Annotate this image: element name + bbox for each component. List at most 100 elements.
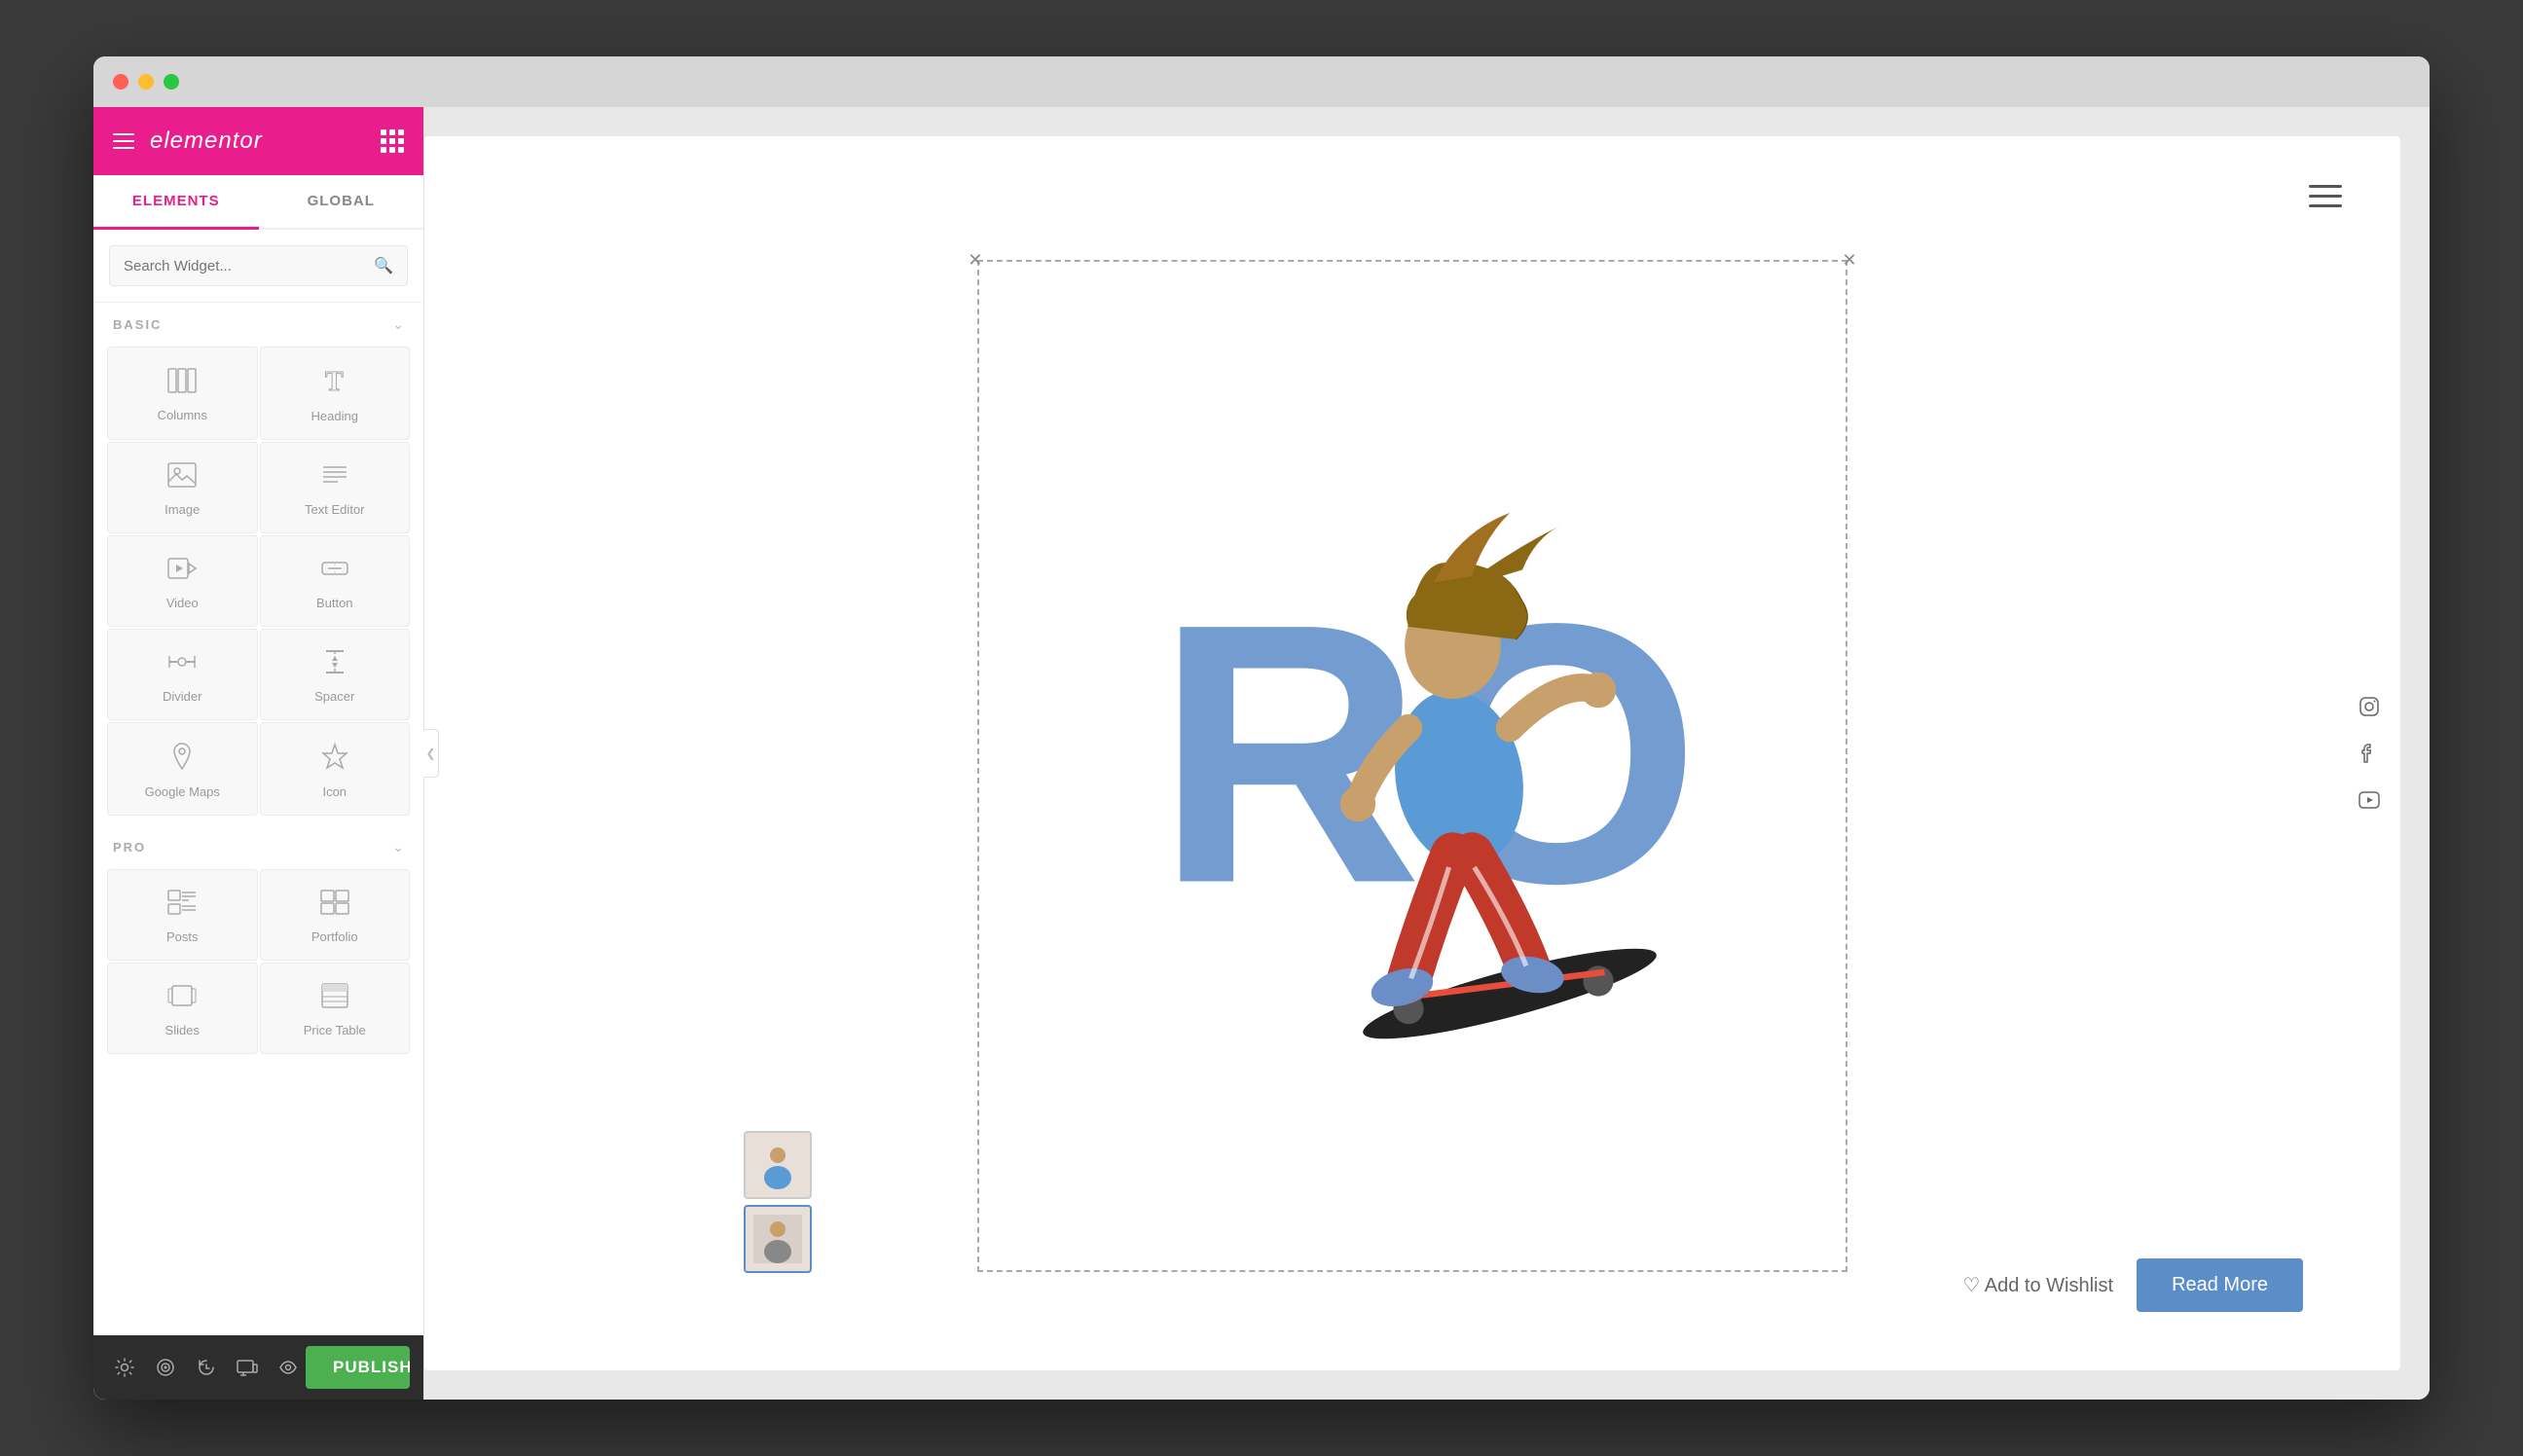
widget-heading[interactable]: T Heading: [260, 346, 411, 440]
style-icon[interactable]: [148, 1350, 183, 1385]
preview-nav-button[interactable]: [2309, 185, 2342, 207]
pro-widgets-grid: Posts Portfolio: [93, 869, 423, 1064]
icon-widget-icon: [321, 743, 348, 775]
widget-text-editor[interactable]: Text Editor: [260, 442, 411, 533]
thumbnail-item-2[interactable]: [744, 1205, 812, 1273]
preview-h-line-3: [2309, 204, 2342, 207]
widget-spacer[interactable]: Spacer: [260, 629, 411, 720]
video-icon: [167, 556, 197, 586]
image-label: Image: [165, 502, 200, 517]
widgets-area: BASIC ⌄ Columns: [93, 303, 423, 1335]
publish-button-wrap: PUBLISH ▲: [306, 1346, 410, 1389]
website-preview: RO: [424, 136, 2400, 1370]
widget-divider[interactable]: Divider: [107, 629, 258, 720]
text-editor-label: Text Editor: [305, 502, 364, 517]
spacer-label: Spacer: [314, 689, 354, 704]
maximize-button[interactable]: [164, 74, 179, 90]
publish-button[interactable]: PUBLISH: [306, 1346, 410, 1389]
grid-dot: [389, 129, 395, 135]
youtube-icon[interactable]: [2358, 788, 2381, 812]
mac-window-controls: [113, 74, 179, 90]
grid-dot: [381, 129, 386, 135]
spacer-icon: [320, 649, 349, 679]
text-editor-icon: [320, 462, 349, 492]
widget-video[interactable]: Video: [107, 535, 258, 627]
search-area: 🔍: [93, 230, 423, 303]
basic-section-title: BASIC: [113, 317, 162, 332]
preview-hamburger-icon: [2309, 185, 2342, 207]
grid-dot: [381, 147, 386, 153]
tab-global[interactable]: GLOBAL: [259, 175, 424, 230]
elementor-panel: elementor ELEMENTS GLOBAL: [93, 107, 424, 1400]
google-maps-icon: [170, 743, 194, 775]
grid-dot: [398, 129, 404, 135]
settings-icon[interactable]: [107, 1350, 142, 1385]
google-maps-label: Google Maps: [145, 784, 220, 799]
columns-icon: [167, 368, 197, 398]
grid-dot: [389, 147, 395, 153]
grid-dot: [398, 147, 404, 153]
main-content: elementor ELEMENTS GLOBAL: [93, 107, 2430, 1400]
responsive-icon[interactable]: [230, 1350, 265, 1385]
slides-label: Slides: [165, 1023, 200, 1037]
widget-posts[interactable]: Posts: [107, 869, 258, 961]
minimize-button[interactable]: [138, 74, 154, 90]
basic-widgets-grid: Columns T Heading: [93, 346, 423, 825]
widget-google-maps[interactable]: Google Maps: [107, 722, 258, 816]
widget-slides[interactable]: Slides: [107, 963, 258, 1054]
mac-window: elementor ELEMENTS GLOBAL: [93, 56, 2430, 1400]
hamburger-bar-1: [113, 133, 134, 135]
selection-handle-tl: ✕: [968, 250, 982, 271]
facebook-icon[interactable]: [2358, 742, 2381, 765]
hamburger-icon: [113, 133, 134, 149]
preview-h-line-2: [2309, 195, 2342, 198]
widget-portfolio[interactable]: Portfolio: [260, 869, 411, 961]
footer-icons: [107, 1350, 306, 1385]
skater-image: [1167, 424, 1751, 1057]
heading-icon: T: [321, 367, 348, 399]
hamburger-menu-button[interactable]: elementor: [113, 127, 263, 155]
hamburger-bar-2: [113, 140, 134, 142]
widget-button[interactable]: Button: [260, 535, 411, 627]
elementor-logo: elementor: [150, 127, 263, 155]
svg-text:T: T: [325, 367, 344, 394]
wishlist-link[interactable]: ♡ Add to Wishlist: [1962, 1273, 2113, 1297]
panel-footer: PUBLISH ▲: [93, 1335, 423, 1400]
preview-icon[interactable]: [271, 1350, 306, 1385]
divider-icon: [167, 649, 197, 679]
preview-bottom-actions: ♡ Add to Wishlist Read More: [1962, 1258, 2303, 1312]
columns-label: Columns: [158, 408, 207, 422]
instagram-icon[interactable]: [2358, 695, 2381, 718]
posts-label: Posts: [166, 929, 199, 944]
video-label: Video: [166, 596, 199, 610]
search-input[interactable]: [124, 258, 374, 274]
divider-label: Divider: [163, 689, 201, 704]
pro-section-header[interactable]: PRO ⌄: [93, 825, 423, 869]
basic-section-chevron: ⌄: [392, 316, 404, 333]
widget-icon[interactable]: Icon: [260, 722, 411, 816]
read-more-button[interactable]: Read More: [2137, 1258, 2303, 1312]
selection-handle-tr: ✕: [1842, 250, 1856, 271]
grid-dot: [381, 138, 386, 144]
panel-collapse-handle[interactable]: ❮: [423, 729, 439, 778]
basic-section-header[interactable]: BASIC ⌄: [93, 303, 423, 346]
canvas-area: RO: [424, 107, 2430, 1400]
grid-dot: [398, 138, 404, 144]
thumbnail-item-1[interactable]: [744, 1131, 812, 1199]
icon-label: Icon: [322, 784, 347, 799]
portfolio-label: Portfolio: [311, 929, 358, 944]
widget-columns[interactable]: Columns: [107, 346, 258, 440]
button-label: Button: [316, 596, 353, 610]
apps-grid-button[interactable]: [381, 129, 404, 153]
close-button[interactable]: [113, 74, 128, 90]
price-table-label: Price Table: [304, 1023, 366, 1037]
posts-icon: [167, 890, 197, 920]
search-input-wrap: 🔍: [109, 245, 408, 286]
history-icon[interactable]: [189, 1350, 224, 1385]
heading-label: Heading: [311, 409, 358, 423]
widget-image[interactable]: Image: [107, 442, 258, 533]
grid-dot: [389, 138, 395, 144]
widget-price-table[interactable]: Price Table: [260, 963, 411, 1054]
preview-h-line-1: [2309, 185, 2342, 188]
tab-elements[interactable]: ELEMENTS: [93, 175, 259, 230]
